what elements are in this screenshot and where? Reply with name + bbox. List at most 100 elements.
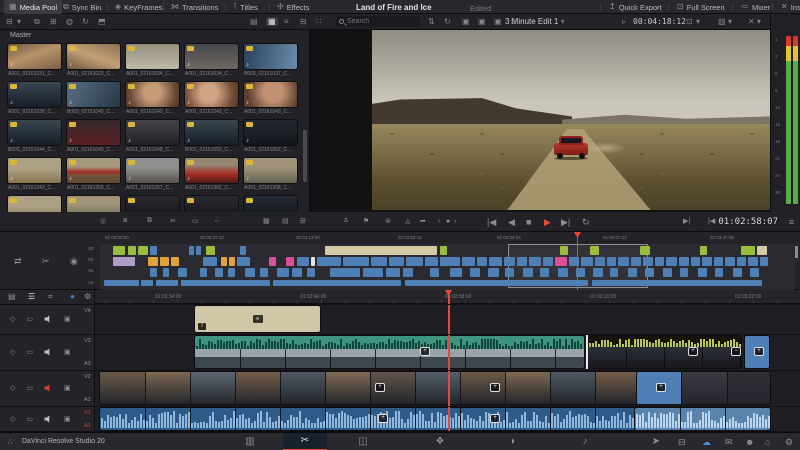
track-control-icon[interactable]: ▭ — [26, 316, 33, 323]
stop-icon[interactable]: ■ — [526, 217, 531, 227]
selected-edit-point[interactable] — [586, 335, 588, 369]
topbar-button-full-screen[interactable]: ⊡Full Screen — [672, 0, 730, 14]
overview-clip[interactable] — [430, 268, 439, 277]
res-caret-icon[interactable]: ▾ — [696, 17, 700, 26]
overview-clip[interactable] — [750, 268, 759, 277]
overview-clip[interactable] — [237, 257, 250, 266]
overview-clip[interactable] — [655, 257, 664, 266]
overview-clip[interactable] — [138, 246, 148, 255]
overview-clip[interactable] — [643, 257, 653, 266]
overview-clip[interactable] — [128, 246, 136, 255]
overview-clip[interactable] — [141, 280, 153, 286]
audio-track-label[interactable]: A2 — [84, 397, 91, 403]
video-track-label[interactable]: V2 — [84, 374, 91, 380]
edit-tool-icon[interactable]: ⧉ — [147, 217, 152, 225]
overview-clip[interactable] — [462, 257, 475, 266]
overview-clip[interactable] — [590, 246, 599, 255]
overview-clip[interactable] — [160, 257, 169, 266]
page-deliver[interactable]: ➤ — [634, 433, 678, 450]
overview-clip[interactable] — [277, 268, 289, 277]
mark-icon[interactable]: ▹ — [622, 17, 626, 26]
video-frame[interactable] — [372, 30, 770, 210]
track-control-icon[interactable]: ◇ — [10, 385, 15, 392]
refresh-icon[interactable]: ↻ — [444, 17, 451, 26]
sync-clips-icon[interactable]: ◍ — [66, 17, 73, 26]
media-clip-thumbnail[interactable]: ♪ — [185, 120, 238, 145]
search-input-wrap[interactable] — [336, 16, 420, 27]
relink-icon[interactable]: ↻ — [82, 17, 89, 26]
overview-clip[interactable] — [200, 268, 207, 277]
view-list-icon[interactable]: ≡ — [284, 17, 289, 26]
track-control-icon[interactable]: ▭ — [26, 416, 33, 423]
edit-tool-icon[interactable]: ▦ — [263, 217, 270, 225]
overview-clip[interactable] — [470, 268, 480, 277]
play-icon[interactable]: ▶ — [544, 217, 551, 228]
track-control-icon[interactable]: ◇ — [10, 416, 15, 423]
edit-tool-icon[interactable]: ✂ — [170, 217, 176, 225]
media-clip-thumbnail[interactable]: ♪ — [185, 196, 238, 212]
overview-clip[interactable] — [680, 268, 688, 277]
overview-clip[interactable] — [610, 268, 618, 277]
timeline-clip-wavelight[interactable] — [635, 408, 770, 430]
jog-control-icon[interactable]: ● — [446, 218, 450, 225]
settings-icon[interactable]: ⚙ — [785, 437, 793, 448]
overview-clip[interactable] — [325, 246, 437, 255]
jog-control-icon[interactable]: ‹ — [438, 218, 440, 225]
timeline-clip-dark[interactable] — [588, 336, 741, 368]
go-to-start-icon[interactable]: |◀ — [487, 217, 496, 228]
overview-clip[interactable] — [181, 280, 270, 286]
overview-clip[interactable] — [504, 257, 515, 266]
edit-tool-icon[interactable]: ▭ — [192, 217, 199, 225]
overview-clip[interactable] — [558, 268, 568, 277]
media-clip-thumbnail[interactable]: ♪ — [67, 158, 120, 183]
overview-clip[interactable] — [757, 246, 767, 255]
track-control-icon[interactable]: ▭ — [26, 349, 33, 356]
panel-a-icon[interactable]: ▣ — [462, 17, 470, 26]
overview-clip[interactable] — [593, 268, 603, 277]
edit-tool-icon[interactable]: ▤ — [282, 217, 289, 225]
overview-clip[interactable] — [607, 257, 616, 266]
overview-clip[interactable] — [343, 257, 369, 266]
overview-clip[interactable] — [523, 268, 533, 277]
match-frame-badge[interactable]: + — [375, 383, 385, 392]
track-control-icon[interactable]: ▣ — [64, 416, 71, 423]
video-track-label[interactable]: V4 — [84, 308, 91, 314]
overview-clip[interactable] — [297, 257, 309, 266]
overview-clip[interactable] — [540, 268, 549, 277]
messages-icon[interactable]: ✉ — [725, 437, 733, 448]
media-clip-thumbnail[interactable]: ♪ — [185, 44, 238, 69]
sort-icon[interactable]: ⇅ — [428, 17, 435, 26]
overview-clip[interactable] — [245, 268, 255, 277]
topbar-button-quick-export[interactable]: ↥Quick Export — [604, 0, 667, 14]
resolution-icon[interactable]: ⊡ — [686, 17, 693, 26]
media-clip-thumbnail[interactable]: ♪ — [8, 120, 61, 145]
media-clip-thumbnail[interactable]: ♪ — [8, 158, 61, 183]
overview-clip[interactable] — [148, 257, 158, 266]
overview-clip[interactable] — [113, 246, 125, 255]
overview-clip[interactable] — [714, 257, 723, 266]
overview-clip[interactable] — [640, 246, 650, 255]
overview-clip[interactable] — [737, 257, 746, 266]
overview-clip[interactable] — [631, 257, 641, 266]
edit-tool-icon[interactable]: ➦ — [420, 217, 426, 225]
overview-clip[interactable] — [178, 268, 187, 277]
panel-c-icon[interactable]: ▣ — [494, 17, 502, 26]
overview-clip[interactable] — [371, 257, 387, 266]
view-filter-icon[interactable]: ∷ — [316, 17, 321, 26]
overview-clip[interactable] — [150, 268, 157, 277]
transform-icon[interactable]: ✕ — [748, 17, 755, 26]
page-media[interactable]: ▥ — [228, 433, 272, 450]
timeline-option-icon[interactable]: ● — [70, 293, 75, 301]
overview-clip[interactable] — [206, 246, 215, 255]
media-clip-thumbnail[interactable]: ♪ — [185, 82, 238, 107]
clip-color-icon[interactable]: ⬒ — [98, 17, 106, 26]
track-control-icon[interactable]: ◇ — [10, 316, 15, 323]
topbar-button-media-pool[interactable]: ▦Media Pool — [4, 0, 62, 14]
collaboration-icon[interactable]: ☻ — [745, 437, 754, 447]
timeline-option-icon[interactable]: ☰ — [28, 293, 35, 301]
overview-clip[interactable] — [748, 257, 758, 266]
overview-clip[interactable] — [725, 257, 735, 266]
page-color[interactable]: ◑ — [490, 433, 534, 450]
media-clip-thumbnail[interactable]: ♪ — [126, 44, 179, 69]
overview-clip[interactable] — [440, 246, 447, 255]
